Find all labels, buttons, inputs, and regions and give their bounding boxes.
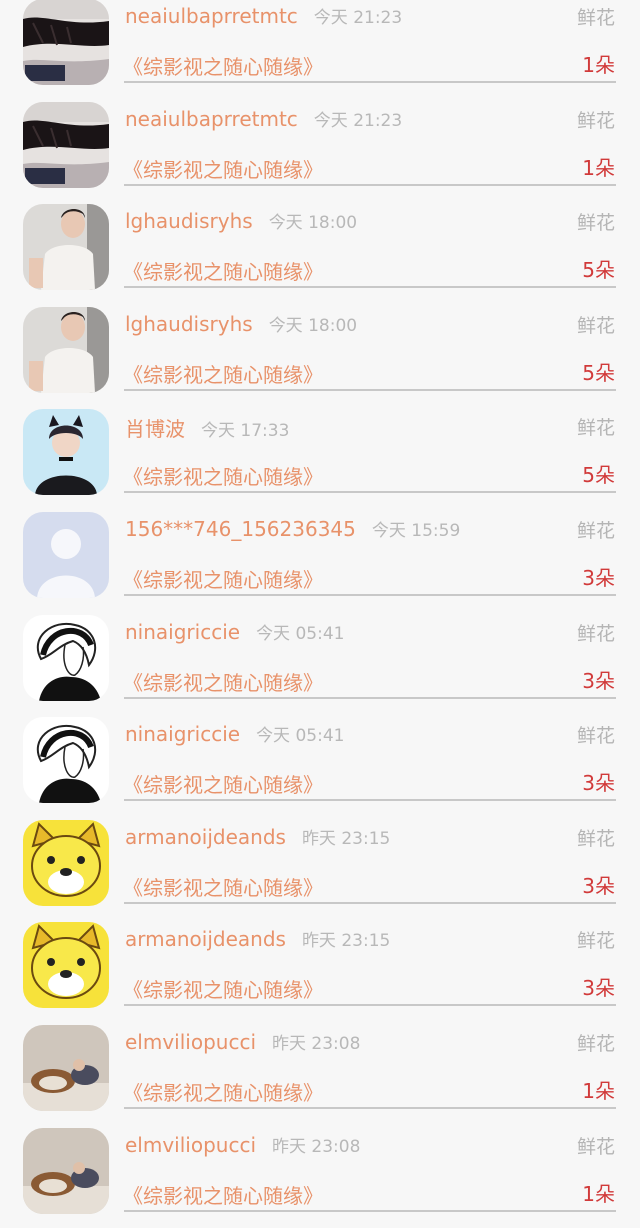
book-title-link[interactable]: 《综影视之随心随缘》: [123, 154, 323, 183]
young-man-avatar[interactable]: [23, 204, 109, 291]
book-title-link[interactable]: 《综影视之随心随缘》: [123, 51, 323, 80]
user-name[interactable]: armanoijdeands: [125, 927, 286, 951]
divider: [124, 1209, 616, 1212]
gift-count: 3朵: [582, 771, 615, 796]
user-name[interactable]: neaiulbaprretmtc: [125, 107, 298, 131]
divider: [124, 1004, 616, 1007]
gift-row[interactable]: 156***746_156236345 今天 15:59 鲜花 《综影视之随心随缘…: [0, 510, 640, 613]
divider: [124, 901, 616, 904]
user-name[interactable]: armanoijdeands: [125, 825, 286, 849]
gift-type-label: 鲜花: [576, 417, 615, 440]
gift-type-label: 鲜花: [576, 314, 615, 337]
gift-count: 5朵: [582, 360, 615, 385]
gift-row[interactable]: 肖博波 今天 17:33 鲜花 《综影视之随心随缘》 5朵: [0, 407, 640, 510]
divider: [124, 491, 616, 494]
gift-row[interactable]: elmviliopucci 昨天 23:08 鲜花 《综影视之随心随缘》 1朵: [0, 1023, 640, 1126]
gift-row[interactable]: ninaigriccie 今天 05:41 鲜花 《综影视之随心随缘》 3朵: [0, 715, 640, 818]
cat-ears-avatar[interactable]: [23, 409, 109, 496]
gift-type-label: 鲜花: [576, 1032, 615, 1055]
divider: [124, 81, 616, 83]
book-title-link[interactable]: 《综影视之随心随缘》: [123, 872, 323, 901]
gift-count: 5朵: [582, 463, 615, 488]
gift-count: 1朵: [582, 155, 615, 180]
divider: [124, 183, 616, 186]
gift-count: 5朵: [582, 258, 615, 283]
divider: [124, 286, 616, 289]
user-name[interactable]: ninaigriccie: [125, 722, 240, 746]
gift-row[interactable]: neaiulbaprretmtc 今天 21:23 鲜花 《综影视之随心随缘》 1…: [0, 100, 640, 203]
gift-row[interactable]: armanoijdeands 昨天 23:15 鲜花 《综影视之随心随缘》 3朵: [0, 818, 640, 921]
gift-count: 3朵: [582, 565, 615, 590]
gift-row[interactable]: elmviliopucci 昨天 23:08 鲜花 《综影视之随心随缘》 1朵: [0, 1126, 640, 1228]
gift-row[interactable]: lghaudisryhs 今天 18:00 鲜花 《综影视之随心随缘》 5朵: [0, 305, 640, 408]
gift-count: 3朵: [582, 668, 615, 693]
gift-count: 3朵: [582, 873, 615, 898]
gift-type-label: 鲜花: [576, 930, 615, 953]
divider: [124, 799, 616, 802]
gift-type-label: 鲜花: [576, 519, 615, 542]
gift-row[interactable]: ninaigriccie 今天 05:41 鲜花 《综影视之随心随缘》 3朵: [0, 613, 640, 716]
divider: [124, 388, 616, 391]
book-title-link[interactable]: 《综影视之随心随缘》: [123, 564, 323, 593]
gift-row[interactable]: neaiulbaprretmtc 今天 21:23 鲜花 《综影视之随心随缘》 1…: [0, 0, 640, 100]
book-title-link[interactable]: 《综影视之随心随缘》: [123, 667, 323, 696]
user-name[interactable]: lghaudisryhs: [125, 312, 253, 336]
timestamp: 今天 05:41: [256, 726, 345, 747]
gift-type-label: 鲜花: [576, 622, 615, 645]
timestamp: 今天 05:41: [256, 623, 345, 644]
gift-type-label: 鲜花: [576, 212, 615, 235]
gift-type-label: 鲜花: [576, 109, 615, 132]
book-title-link[interactable]: 《综影视之随心随缘》: [123, 974, 323, 1003]
gift-count: 3朵: [582, 976, 615, 1001]
timestamp: 今天 18:00: [268, 315, 358, 336]
book-title-link[interactable]: 《综影视之随心随缘》: [123, 359, 323, 388]
dark-hair-avatar[interactable]: [23, 101, 109, 188]
book-title-link[interactable]: 《综影视之随心随缘》: [123, 256, 323, 285]
book-title-link[interactable]: 《综影视之随心随缘》: [123, 769, 323, 798]
user-name[interactable]: elmviliopucci: [125, 1133, 256, 1157]
doge-avatar[interactable]: [23, 922, 109, 1009]
user-name[interactable]: lghaudisryhs: [125, 209, 253, 233]
timestamp: 今天 15:59: [371, 520, 461, 541]
book-title-link[interactable]: 《综影视之随心随缘》: [123, 1180, 323, 1209]
book-title-link[interactable]: 《综影视之随心随缘》: [123, 461, 323, 490]
sketch-girl-avatar[interactable]: [23, 717, 109, 804]
timestamp: 昨天 23:08: [272, 1033, 361, 1054]
timestamp: 今天 18:00: [268, 213, 358, 234]
gift-count: 1朵: [582, 1078, 615, 1103]
timestamp: 今天 17:33: [201, 421, 290, 442]
timestamp: 昨天 23:08: [272, 1136, 361, 1157]
gift-list: neaiulbaprretmtc 今天 21:23 鲜花 《综影视之随心随缘》 1…: [0, 0, 640, 1228]
gift-row[interactable]: armanoijdeands 昨天 23:15 鲜花 《综影视之随心随缘》 3朵: [0, 920, 640, 1023]
divider: [124, 696, 616, 699]
gift-count: 1朵: [582, 53, 615, 77]
dogs-photo-avatar[interactable]: [23, 1024, 109, 1111]
timestamp: 今天 21:23: [313, 110, 403, 131]
divider: [124, 1106, 616, 1109]
dogs-photo-avatar[interactable]: [23, 1127, 109, 1214]
user-name[interactable]: neaiulbaprretmtc: [125, 4, 298, 28]
gift-type-label: 鲜花: [576, 7, 615, 29]
user-name[interactable]: elmviliopucci: [125, 1030, 256, 1054]
timestamp: 昨天 23:15: [301, 931, 391, 952]
timestamp: 今天 21:23: [313, 8, 403, 28]
sketch-girl-avatar[interactable]: [23, 614, 109, 701]
gift-row[interactable]: lghaudisryhs 今天 18:00 鲜花 《综影视之随心随缘》 5朵: [0, 202, 640, 305]
book-title-link[interactable]: 《综影视之随心随缘》: [123, 1077, 323, 1106]
young-man-avatar[interactable]: [23, 306, 109, 393]
dark-hair-avatar[interactable]: [23, 0, 109, 85]
user-name[interactable]: 肖博波: [125, 417, 185, 441]
default-avatar[interactable]: [23, 511, 109, 598]
timestamp: 昨天 23:15: [301, 828, 391, 849]
gift-type-label: 鲜花: [576, 725, 615, 748]
gift-count: 1朵: [582, 1181, 615, 1206]
gift-type-label: 鲜花: [576, 1135, 615, 1158]
gift-type-label: 鲜花: [576, 827, 615, 850]
user-name[interactable]: 156***746_156236345: [125, 517, 356, 541]
doge-avatar[interactable]: [23, 819, 109, 906]
divider: [124, 593, 616, 596]
user-name[interactable]: ninaigriccie: [125, 620, 240, 644]
